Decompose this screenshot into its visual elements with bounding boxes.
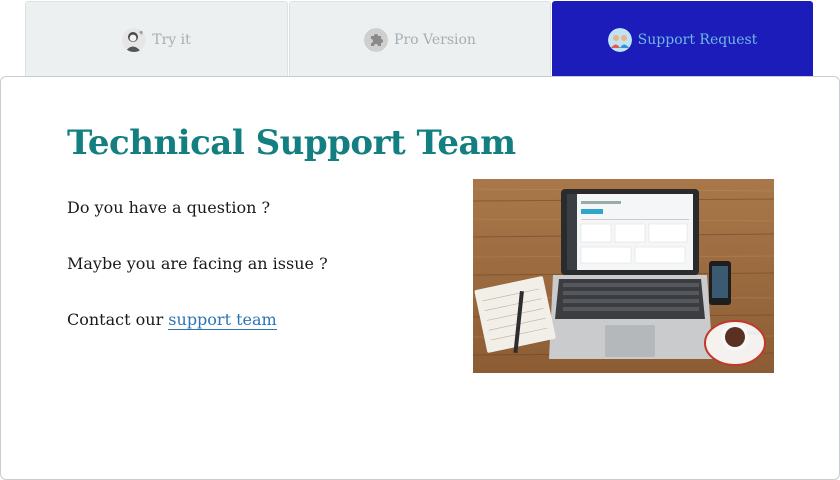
question-text: Do you have a question ?	[67, 198, 271, 217]
tab-support-request[interactable]: Support Request	[552, 1, 813, 77]
support-panel: Technical Support Team Do you have a que…	[0, 76, 840, 480]
laptop-desk-photo	[473, 179, 774, 373]
tab-label: Support Request	[637, 31, 758, 48]
tab-label: Pro Version	[394, 31, 476, 48]
support-team-link[interactable]: support team	[168, 310, 277, 330]
issue-text: Maybe you are facing an issue ?	[67, 254, 328, 273]
contact-text: Contact our support team	[67, 310, 277, 330]
tab-pro-version[interactable]: Pro Version	[289, 1, 551, 77]
puzzle-icon	[364, 27, 389, 52]
contact-prefix: Contact our	[67, 310, 169, 329]
tab-try-it[interactable]: Try it	[25, 1, 288, 77]
support-people-icon	[607, 27, 632, 52]
tab-label: Try it	[152, 31, 191, 48]
page-title: Technical Support Team	[67, 123, 516, 163]
tab-bar: Try it Pro Version Support Request	[0, 0, 840, 78]
person-icon	[122, 27, 147, 52]
